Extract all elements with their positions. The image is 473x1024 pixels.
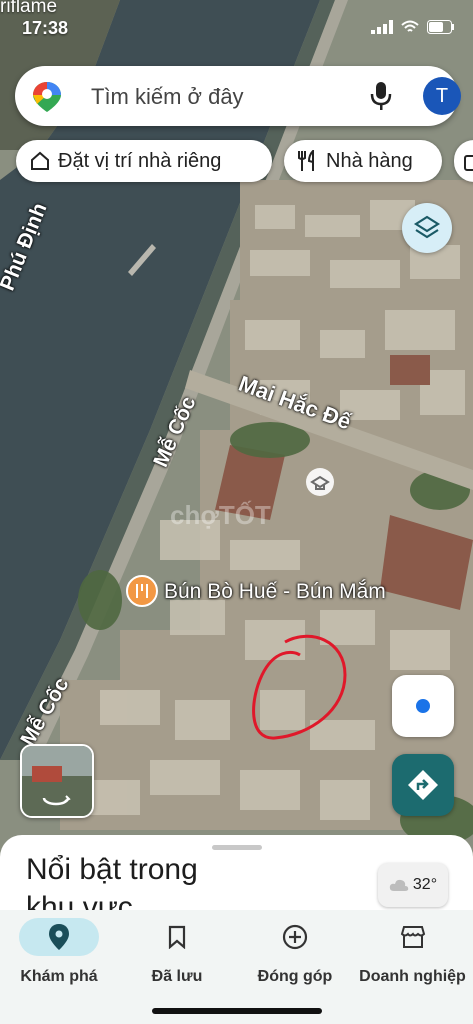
street-view-image [22,746,92,816]
search-input[interactable]: Tìm kiếm ở đây [91,84,244,110]
status-time: 17:38 [22,18,69,38]
my-location-icon [416,699,430,713]
directions-button[interactable] [392,754,454,816]
bottom-navigation: Khám phá Đã lưu Đóng góp Doanh nghiệp [0,910,473,1024]
home-indicator[interactable] [152,1008,322,1014]
status-icons [371,20,455,34]
storefront-icon [400,926,425,948]
google-maps-pin-icon [33,82,61,112]
avatar[interactable]: T [423,77,461,115]
home-icon [31,151,49,170]
chip-label: Đặt vị trí nhà riêng [58,149,222,172]
status-bar: riflame 17:38 [0,0,473,48]
temperature: 32° [412,876,438,893]
microphone-icon[interactable] [370,82,392,110]
signal-icon [371,20,393,34]
wifi-icon [401,20,419,32]
directions-icon [408,770,438,800]
street-view-thumbnail[interactable] [20,744,94,818]
nav-label: Đã lưu [151,968,203,985]
fork-knife-icon [298,150,314,171]
brand-text: riflame [0,0,58,17]
add-circle-icon [282,924,308,950]
weather-badge[interactable]: 32° [378,863,448,907]
nav-explore[interactable]: Khám phá [0,910,118,986]
chip-label: Nhà hàng [326,149,413,172]
bottom-sheet[interactable]: Nổi bật trong khu vực 32° [0,835,473,924]
location-pin-icon [49,924,69,950]
sheet-drag-handle[interactable] [212,845,262,850]
battery-icon [427,20,454,34]
nav-contribute[interactable]: Đóng góp [236,910,354,986]
nav-explore-indicator [19,918,99,956]
nav-label: Đóng góp [257,968,333,985]
cloud-icon [389,879,409,891]
nav-business[interactable]: Doanh nghiệp [352,910,473,986]
nav-label: Khám phá [20,968,98,985]
chip-restaurants[interactable]: Nhà hàng [284,140,442,182]
my-location-button[interactable] [392,675,454,737]
chip-set-home-location[interactable]: Đặt vị trí nhà riêng [16,140,272,182]
nav-saved[interactable]: Đã lưu [118,910,236,986]
watermark: chợTỐT [170,500,271,530]
search-bar[interactable]: Tìm kiếm ở đây T [15,66,461,126]
bookmark-icon [168,925,186,949]
nav-label: Doanh nghiệp [359,968,466,985]
shopping-bag-icon [464,155,473,171]
poi-label-restaurant[interactable]: Bún Bò Huế - Bún Mắm [164,580,386,604]
layers-button[interactable] [402,203,452,253]
layers-icon [413,215,441,239]
